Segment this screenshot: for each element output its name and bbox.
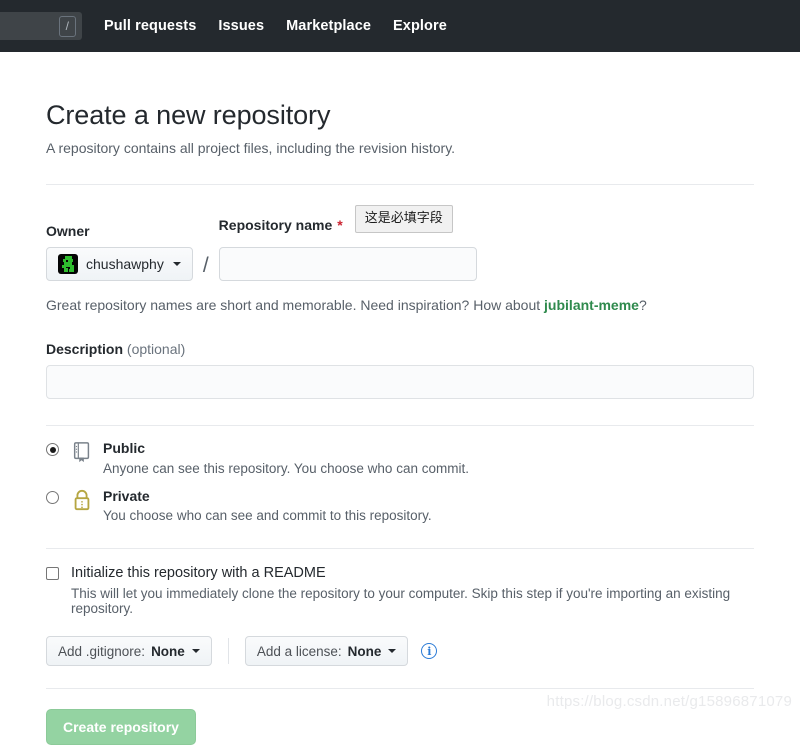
owner-name-separator: / <box>202 254 209 277</box>
divider-before-submit <box>46 688 754 689</box>
repository-name-label: Repository name * 这是必填字段 <box>218 205 477 239</box>
radio-public[interactable] <box>46 443 59 456</box>
repository-name-field: Repository name * 这是必填字段 <box>218 205 477 281</box>
readme-label: Initialize this repository with a README <box>71 565 326 581</box>
dropdown-separator <box>227 638 229 664</box>
readme-checkbox[interactable] <box>46 566 59 580</box>
owner-name: chushawphy <box>86 256 164 272</box>
gitignore-dropdown[interactable]: Add .gitignore: None <box>46 636 212 666</box>
info-icon[interactable]: i <box>421 643 438 659</box>
page-title: Create a new repository <box>46 100 331 130</box>
chevron-down-icon <box>388 649 397 653</box>
owner-select-button[interactable]: chushawphy <box>46 247 193 281</box>
lock-icon <box>71 489 93 516</box>
chevron-down-icon <box>172 262 181 266</box>
visibility-private-text: Private You choose who can see and commi… <box>103 488 432 524</box>
description-optional-text: (optional) <box>126 341 186 357</box>
visibility-options: Public Anyone can see this repository. Y… <box>46 440 754 523</box>
required-asterisk: * <box>337 217 343 233</box>
visibility-private-description: You choose who can see and commit to thi… <box>103 508 432 523</box>
license-dropdown[interactable]: Add a license: None <box>244 636 409 666</box>
slash-shortcut-badge: / <box>58 15 76 37</box>
create-repository-button[interactable]: Create repository <box>46 709 196 745</box>
nav-link-issues[interactable]: Issues <box>218 18 264 34</box>
owner-and-name-row: Owner chushawphy / Repository name * 这是必… <box>46 205 754 281</box>
description-input[interactable] <box>46 365 754 399</box>
license-dropdown-prefix: Add a license: <box>256 643 342 659</box>
license-dropdown-value: None <box>347 643 382 659</box>
site-header: / Pull requests Issues Marketplace Explo… <box>0 0 800 52</box>
nav-link-pull-requests[interactable]: Pull requests <box>104 18 196 34</box>
visibility-public-title: Public <box>103 440 146 456</box>
avatar <box>58 254 78 274</box>
search-input[interactable]: / <box>0 12 82 40</box>
readme-section: Initialize this repository with a README… <box>46 565 754 666</box>
gitignore-dropdown-prefix: Add .gitignore: <box>58 643 146 659</box>
visibility-option-public[interactable]: Public Anyone can see this repository. Y… <box>46 440 754 476</box>
create-repository-form: Create a new repository A repository con… <box>0 100 800 745</box>
owner-label: Owner <box>46 223 90 239</box>
hint-suffix: ? <box>638 297 647 313</box>
owner-field: Owner chushawphy <box>46 223 193 281</box>
page-subtitle: A repository contains all project files,… <box>46 140 456 156</box>
nav-link-marketplace[interactable]: Marketplace <box>286 18 371 34</box>
repo-book-icon <box>71 441 93 468</box>
watermark: https://blog.csdn.net/g15896871079 <box>546 693 792 710</box>
description-label-text: Description <box>46 341 124 357</box>
readme-description: This will let you immediately clone the … <box>71 586 731 616</box>
primary-nav: Pull requests Issues Marketplace Explore <box>104 18 447 34</box>
repository-name-label-text: Repository name <box>218 217 333 233</box>
chevron-down-icon <box>191 649 200 653</box>
required-field-tooltip: 这是必填字段 <box>354 205 453 233</box>
readme-checkbox-row[interactable]: Initialize this repository with a README <box>46 565 754 581</box>
gitignore-dropdown-value: None <box>151 643 185 659</box>
hint-prefix: Great repository names are short and mem… <box>46 297 545 313</box>
repository-name-input[interactable] <box>218 247 477 281</box>
description-label: Description (optional) <box>46 341 754 357</box>
divider-after-description <box>46 425 754 426</box>
template-dropdown-row: Add .gitignore: None Add a license: None… <box>46 636 754 666</box>
divider-top <box>46 184 754 185</box>
visibility-public-text: Public Anyone can see this repository. Y… <box>103 440 469 476</box>
divider-after-visibility <box>46 548 754 549</box>
nav-link-explore[interactable]: Explore <box>393 18 447 34</box>
suggested-name-link[interactable]: jubilant-meme <box>544 297 639 313</box>
visibility-public-description: Anyone can see this repository. You choo… <box>103 460 469 476</box>
visibility-option-private[interactable]: Private You choose who can see and commi… <box>46 488 754 524</box>
visibility-private-title: Private <box>103 487 150 504</box>
repository-name-hint: Great repository names are short and mem… <box>46 297 754 313</box>
radio-private[interactable] <box>46 490 59 504</box>
